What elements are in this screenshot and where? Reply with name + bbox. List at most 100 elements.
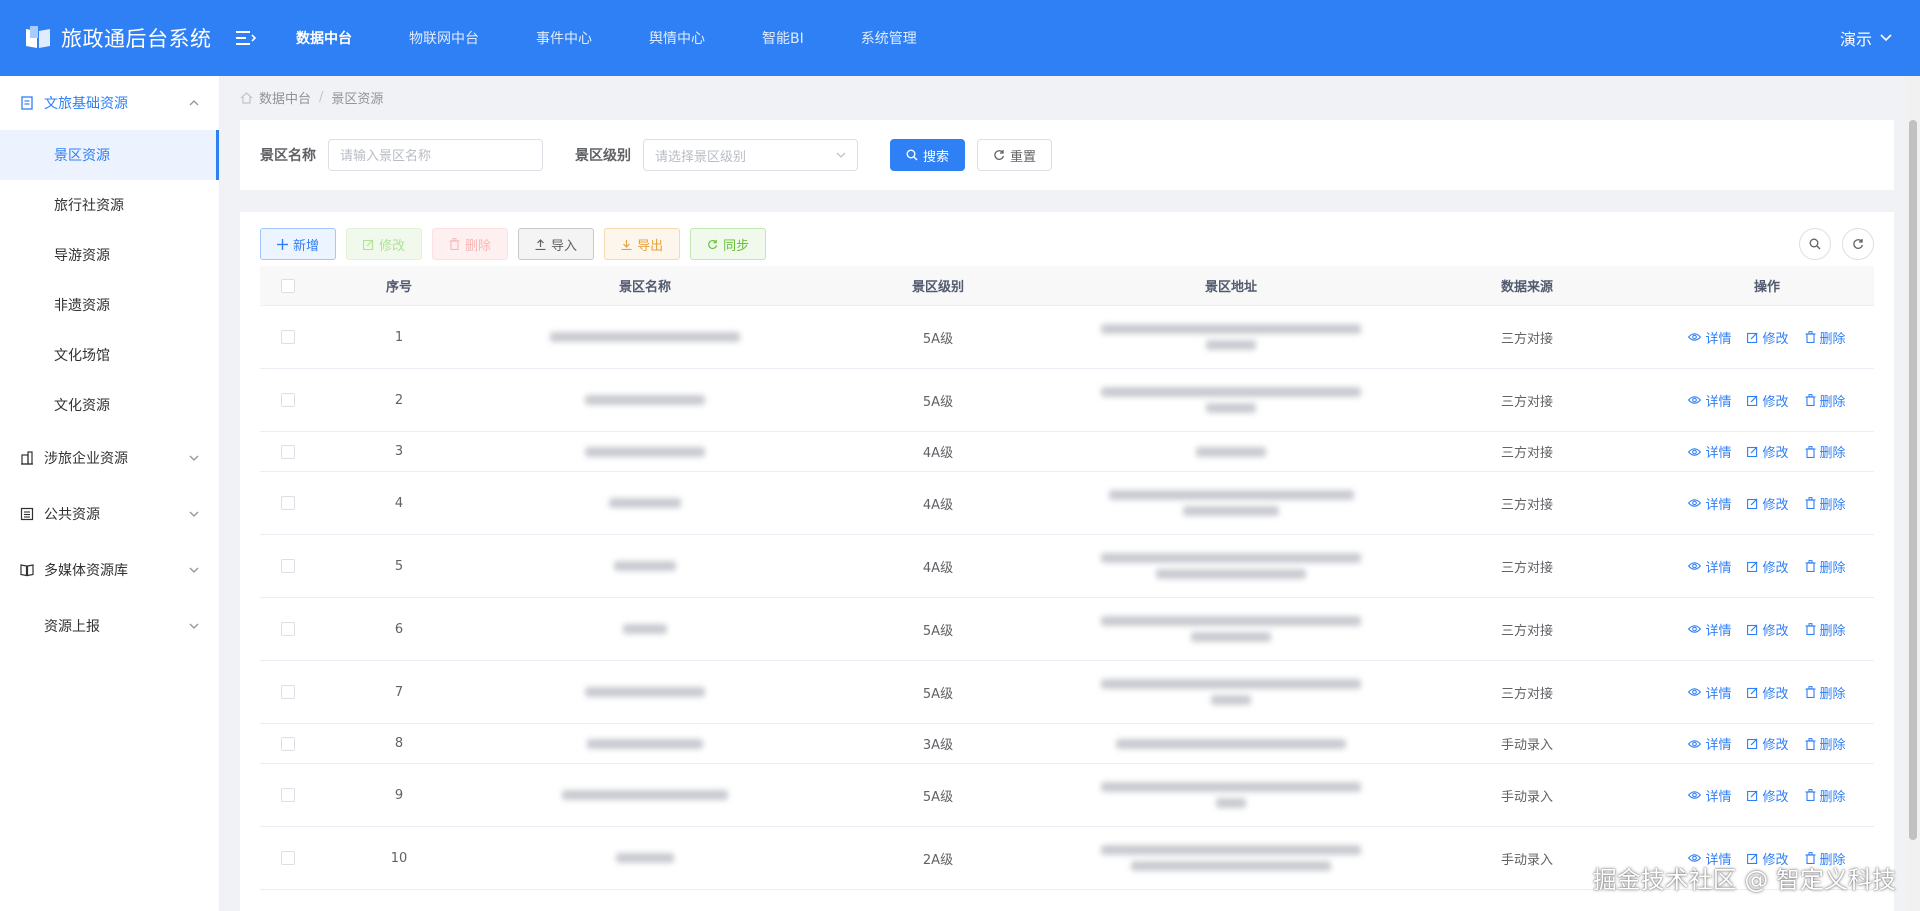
edit-link[interactable]: 修改 (1747, 786, 1789, 805)
edit-link[interactable]: 修改 (1747, 494, 1789, 513)
sidebar-item-travel-agency[interactable]: 旅行社资源 (0, 180, 219, 230)
delete-link[interactable]: 删除 (1805, 786, 1846, 805)
edit-link[interactable]: 修改 (1747, 391, 1789, 410)
table-row: 8 3A级 手动录入 详情 修改 删除 (260, 724, 1874, 764)
scenic-name-input[interactable] (328, 139, 543, 171)
nav-iot-center[interactable]: 物联网中台 (409, 28, 479, 48)
nav-event-center[interactable]: 事件中心 (536, 28, 592, 48)
user-name: 演示 (1839, 30, 1872, 49)
delete-link[interactable]: 删除 (1805, 391, 1846, 410)
edit-link[interactable]: 修改 (1747, 557, 1789, 576)
reset-button-label: 重置 (1010, 149, 1037, 165)
select-all-checkbox[interactable] (281, 278, 295, 293)
nav-data-center[interactable]: 数据中台 (296, 28, 352, 48)
reset-button[interactable]: 重置 (977, 139, 1053, 171)
row-checkbox[interactable] (281, 559, 295, 573)
detail-link[interactable]: 详情 (1688, 557, 1731, 576)
scrollbar-thumb[interactable] (1909, 120, 1917, 840)
edit-link[interactable]: 修改 (1747, 442, 1789, 461)
delete-link[interactable]: 删除 (1805, 328, 1846, 347)
delete-link[interactable]: 删除 (1805, 557, 1846, 576)
cell-name (482, 446, 808, 457)
edit-link[interactable]: 修改 (1747, 620, 1789, 639)
row-checkbox[interactable] (281, 851, 295, 865)
detail-link-label: 详情 (1705, 497, 1732, 513)
detail-link[interactable]: 详情 (1688, 328, 1731, 347)
delete-link[interactable]: 删除 (1805, 494, 1846, 513)
cell-level: 5A级 (922, 331, 954, 347)
sidebar-group-culture-tourism[interactable]: 文旅基础资源 (0, 76, 219, 130)
sidebar-item-venue[interactable]: 文化场馆 (0, 330, 219, 380)
sidebar-group-multimedia[interactable]: 多媒体资源库 (0, 542, 219, 598)
detail-link[interactable]: 详情 (1688, 494, 1731, 513)
edit-icon (363, 239, 374, 250)
row-checkbox[interactable] (281, 444, 295, 459)
edit-button[interactable]: 修改 (346, 228, 423, 260)
delete-link[interactable]: 删除 (1805, 442, 1846, 461)
detail-link[interactable]: 详情 (1688, 683, 1731, 702)
menu-toggle-icon[interactable] (236, 29, 257, 47)
page-scrollbar[interactable] (1906, 76, 1920, 911)
redacted-text (1101, 616, 1361, 626)
sidebar-item-heritage[interactable]: 非遗资源 (0, 280, 219, 330)
scenic-level-select[interactable]: 请选择景区级别 (643, 139, 858, 171)
redacted-text (1101, 324, 1361, 334)
edit-link-label: 修改 (1762, 738, 1789, 753)
sidebar-item-tour-guide[interactable]: 导游资源 (0, 230, 219, 280)
detail-link[interactable]: 详情 (1688, 734, 1731, 753)
cell-source: 三方对接 (1500, 497, 1553, 513)
nav-system-admin[interactable]: 系统管理 (861, 28, 917, 48)
delete-button[interactable]: 删除 (432, 228, 509, 260)
user-menu[interactable]: 演示 (1840, 26, 1892, 50)
redacted-text (1196, 446, 1266, 457)
row-checkbox[interactable] (281, 788, 295, 802)
cell-name (482, 687, 808, 697)
row-checkbox[interactable] (281, 736, 295, 751)
search-button[interactable]: 搜索 (890, 139, 966, 171)
cell-actions: 详情 修改 删除 (1660, 786, 1874, 805)
cell-address (1068, 487, 1394, 519)
chevron-down-icon (1880, 34, 1892, 42)
sidebar-group-report[interactable]: 资源上报 (0, 598, 219, 654)
row-checkbox[interactable] (281, 685, 295, 699)
list-icon (20, 507, 34, 521)
add-button[interactable]: 新增 (260, 228, 337, 260)
sync-button[interactable]: 同步 (690, 228, 767, 260)
scenic-level-placeholder: 请选择景区级别 (655, 149, 747, 165)
edit-icon (1747, 561, 1758, 572)
delete-link[interactable]: 删除 (1805, 620, 1846, 639)
delete-link[interactable]: 删除 (1805, 734, 1846, 753)
detail-link[interactable]: 详情 (1688, 620, 1731, 639)
sidebar-group-tourism-enterprise[interactable]: 涉旅企业资源 (0, 430, 219, 486)
edit-link[interactable]: 修改 (1747, 683, 1789, 702)
detail-link[interactable]: 详情 (1688, 442, 1731, 461)
breadcrumb-item-data-center[interactable]: 数据中台 (259, 88, 311, 107)
eye-icon (1688, 688, 1702, 696)
cell-actions: 详情 修改 删除 (1660, 391, 1874, 410)
edit-link[interactable]: 修改 (1747, 328, 1789, 347)
detail-link[interactable]: 详情 (1688, 391, 1731, 410)
import-button[interactable]: 导入 (518, 228, 595, 260)
edit-link-label: 修改 (1762, 446, 1789, 461)
row-checkbox[interactable] (281, 393, 295, 407)
row-checkbox[interactable] (281, 622, 295, 636)
export-button[interactable]: 导出 (604, 228, 681, 260)
toggle-search-button[interactable] (1799, 228, 1831, 260)
detail-link[interactable]: 详情 (1688, 786, 1731, 805)
detail-link-label: 详情 (1705, 686, 1732, 702)
edit-link[interactable]: 修改 (1747, 734, 1789, 753)
row-checkbox[interactable] (281, 330, 295, 344)
sidebar-group-public[interactable]: 公共资源 (0, 486, 219, 542)
sidebar-item-scenic[interactable]: 景区资源 (0, 130, 219, 180)
refresh-table-button[interactable] (1842, 228, 1874, 260)
export-button-label: 导出 (637, 238, 664, 254)
sidebar-group-label: 多媒体资源库 (44, 563, 128, 579)
nav-opinion-center[interactable]: 舆情中心 (649, 28, 705, 48)
cell-level: 4A级 (922, 446, 954, 461)
delete-link[interactable]: 删除 (1805, 683, 1846, 702)
detail-link-label: 详情 (1705, 623, 1732, 639)
trash-icon (1805, 497, 1815, 509)
sidebar-item-culture[interactable]: 文化资源 (0, 380, 219, 430)
nav-smart-bi[interactable]: 智能BI (762, 28, 804, 48)
row-checkbox[interactable] (281, 496, 295, 510)
